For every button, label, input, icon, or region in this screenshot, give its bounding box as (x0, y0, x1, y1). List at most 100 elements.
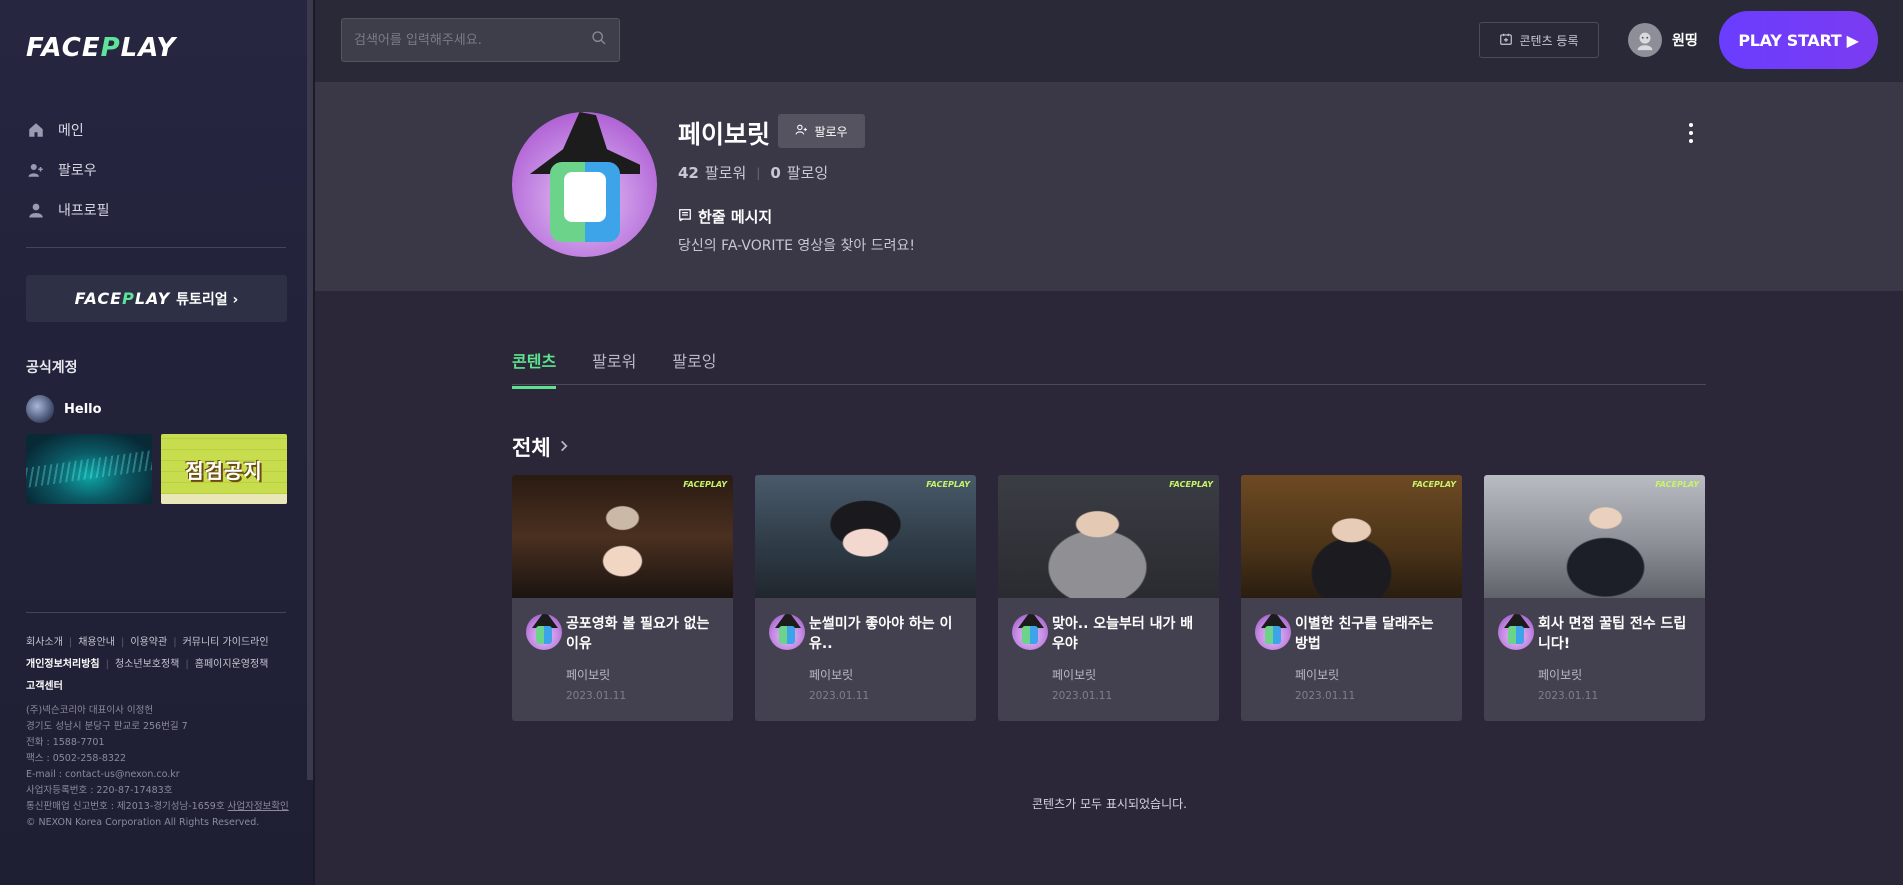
card-title: 회사 면접 꿀팁 전수 드립니다! (1538, 616, 1687, 652)
calendar-plus-icon (1499, 32, 1513, 49)
company-line-text: 통신판매업 신고번호 : 제2013-경기성남-1659호 (26, 801, 228, 812)
avatar (26, 395, 54, 423)
card-author: 페이보릿 (566, 668, 611, 682)
logo-text-lay: LAY (120, 33, 177, 63)
home-icon (26, 120, 46, 140)
official-account-item[interactable]: Hello (26, 395, 102, 423)
sidebar-item-follow[interactable]: 팔로우 (26, 150, 110, 190)
thumbnail-badge: FACEPLAY (1655, 480, 1699, 489)
play-start-label: PLAY START ▶ (1738, 30, 1859, 50)
card-title: 이별한 친구를 달래주는 방법 (1295, 616, 1434, 652)
profile-name: 페이보릿 (678, 120, 771, 149)
tutorial-logo: FACEPLAY (75, 289, 171, 308)
footer-link-homepage-policy[interactable]: 홈페이지운영정책 (195, 659, 269, 670)
content-register-label: 콘텐츠 등록 (1519, 33, 1579, 48)
oneline-message: 당신의 FA-VORITE 영상을 찾아 드려요! (678, 238, 915, 254)
card-date: 2023.01.11 (1295, 690, 1356, 702)
logo-text-face: FACE (26, 33, 101, 63)
end-of-content-message: 콘텐츠가 모두 표시되었습니다. (1032, 797, 1187, 811)
sidebar-item-label: 내프로필 (58, 203, 110, 219)
faceplay-logo[interactable]: FACEPLAY (26, 33, 177, 63)
following-label[interactable]: 팔로잉 (787, 162, 828, 183)
official-thumbnail-notice[interactable]: 점검공지 (161, 434, 287, 504)
video-thumbnail: FACEPLAY (1484, 475, 1705, 598)
notice-thumbnail-text: 점검공지 (185, 458, 263, 483)
content-card[interactable]: FACEPLAY 맞아.. 오늘부터 내가 배우야 페이보릿 2023.01.1… (998, 475, 1219, 721)
business-info-link[interactable]: 사업자정보확인 (228, 801, 289, 812)
footer-link-support[interactable]: 고객센터 (26, 681, 63, 692)
thumbnail-badge: FACEPLAY (1412, 480, 1456, 489)
card-body: 이별한 친구를 달래주는 방법 페이보릿 2023.01.11 (1241, 598, 1462, 721)
company-line: (주)넥슨코리아 대표이사 이정헌 (26, 705, 154, 716)
video-thumbnail: FACEPLAY (755, 475, 976, 598)
company-line: E-mail : contact-us@nexon.co.kr (26, 769, 180, 780)
content-card[interactable]: FACEPLAY 이별한 친구를 달래주는 방법 페이보릿 2023.01.11 (1241, 475, 1462, 721)
avatar (526, 614, 562, 650)
footer-link-terms[interactable]: 이용약관 (130, 637, 167, 648)
content-card[interactable]: FACEPLAY 공포영화 볼 필요가 없는 이유 페이보릿 2023.01.1… (512, 475, 733, 721)
sidebar-item-profile[interactable]: 내프로필 (26, 190, 110, 230)
play-start-button[interactable]: PLAY START ▶ (1719, 11, 1878, 69)
company-line: 사업자등록번호 : 220-87-17483호 (26, 785, 173, 796)
company-line: 통신판매업 신고번호 : 제2013-경기성남-1659호 사업자정보확인 (26, 799, 289, 815)
section-title-text: 전체 (512, 436, 551, 460)
sidebar-item-main[interactable]: 메인 (26, 110, 110, 150)
tab-following[interactable]: 팔로잉 (672, 348, 716, 389)
profile-stats: 42 팔로워 | 0 팔로잉 (678, 162, 828, 183)
thumbnail-badge: FACEPLAY (1169, 480, 1213, 489)
content-register-button[interactable]: 콘텐츠 등록 (1479, 22, 1599, 58)
tutorial-logo-face: FACE (74, 289, 123, 308)
followers-count: 42 (678, 163, 699, 182)
search-box (341, 18, 620, 62)
content-card[interactable]: FACEPLAY 회사 면접 꿀팁 전수 드립니다! 페이보릿 2023.01.… (1484, 475, 1705, 721)
card-author: 페이보릿 (1538, 668, 1583, 682)
sidebar: FACEPLAY 메인 팔로우 내프로필 FACEPLAY 튜토리얼 › 공식계… (0, 0, 313, 885)
logo-text-p: P (100, 33, 121, 63)
card-title: 맞아.. 오늘부터 내가 배우야 (1052, 616, 1194, 652)
user-icon (26, 200, 46, 220)
tutorial-logo-p: P (122, 289, 135, 308)
search-icon[interactable] (591, 30, 607, 50)
sidebar-divider (26, 247, 286, 248)
tabs-divider (512, 384, 1706, 385)
tab-contents[interactable]: 콘텐츠 (512, 348, 557, 389)
official-account-name: Hello (64, 401, 102, 417)
official-thumbnail[interactable] (26, 434, 152, 504)
copyright: © NEXON Korea Corporation All Rights Res… (26, 817, 260, 828)
card-body: 회사 면접 꿀팁 전수 드립니다! 페이보릿 2023.01.11 (1484, 598, 1705, 721)
section-title[interactable]: 전체 (512, 432, 571, 462)
tutorial-label: 튜토리얼 › (176, 291, 239, 308)
footer-link-privacy[interactable]: 개인정보처리방침 (26, 659, 100, 670)
sidebar-item-label: 팔로우 (58, 163, 97, 179)
card-date: 2023.01.11 (809, 690, 870, 702)
avatar (1012, 614, 1048, 650)
footer-link-community[interactable]: 커뮤니티 가이드라인 (183, 637, 269, 648)
footer-link-about[interactable]: 회사소개 (26, 637, 63, 648)
card-author: 페이보릿 (1295, 668, 1340, 682)
company-line: 전화 : 1588-7701 (26, 737, 105, 748)
thumbnail-bar (161, 494, 287, 504)
card-body: 맞아.. 오늘부터 내가 배우야 페이보릿 2023.01.11 (998, 598, 1219, 721)
tab-followers[interactable]: 팔로워 (592, 348, 636, 389)
oneline-message-title: 한줄 메시지 (678, 206, 772, 227)
avatar (1255, 614, 1291, 650)
card-body: 눈썰미가 좋아야 하는 이유.. 페이보릿 2023.01.11 (755, 598, 976, 721)
official-accounts-title: 공식계정 (26, 360, 78, 376)
follow-button[interactable]: 팔로우 (778, 114, 865, 148)
tutorial-button[interactable]: FACEPLAY 튜토리얼 › (26, 275, 287, 322)
content-cards: FACEPLAY 공포영화 볼 필요가 없는 이유 페이보릿 2023.01.1… (512, 475, 1705, 721)
footer-link-careers[interactable]: 채용안내 (78, 637, 115, 648)
thumbnail-badge: FACEPLAY (683, 480, 727, 489)
followers-label[interactable]: 팔로워 (705, 162, 746, 183)
card-body: 공포영화 볼 필요가 없는 이유 페이보릿 2023.01.11 (512, 598, 733, 721)
more-options-icon[interactable] (1684, 120, 1698, 146)
chevron-right-icon (557, 435, 571, 459)
search-input[interactable] (354, 32, 591, 48)
stats-separator: | (756, 165, 761, 180)
card-author: 페이보릿 (1052, 668, 1097, 682)
official-thumbnails: 점검공지 (26, 434, 287, 504)
thumbnail-badge: FACEPLAY (926, 480, 970, 489)
content-card[interactable]: FACEPLAY 눈썰미가 좋아야 하는 이유.. 페이보릿 2023.01.1… (755, 475, 976, 721)
footer-link-youth[interactable]: 청소년보호정책 (115, 659, 179, 670)
user-menu[interactable]: 원띵 (1628, 22, 1698, 58)
